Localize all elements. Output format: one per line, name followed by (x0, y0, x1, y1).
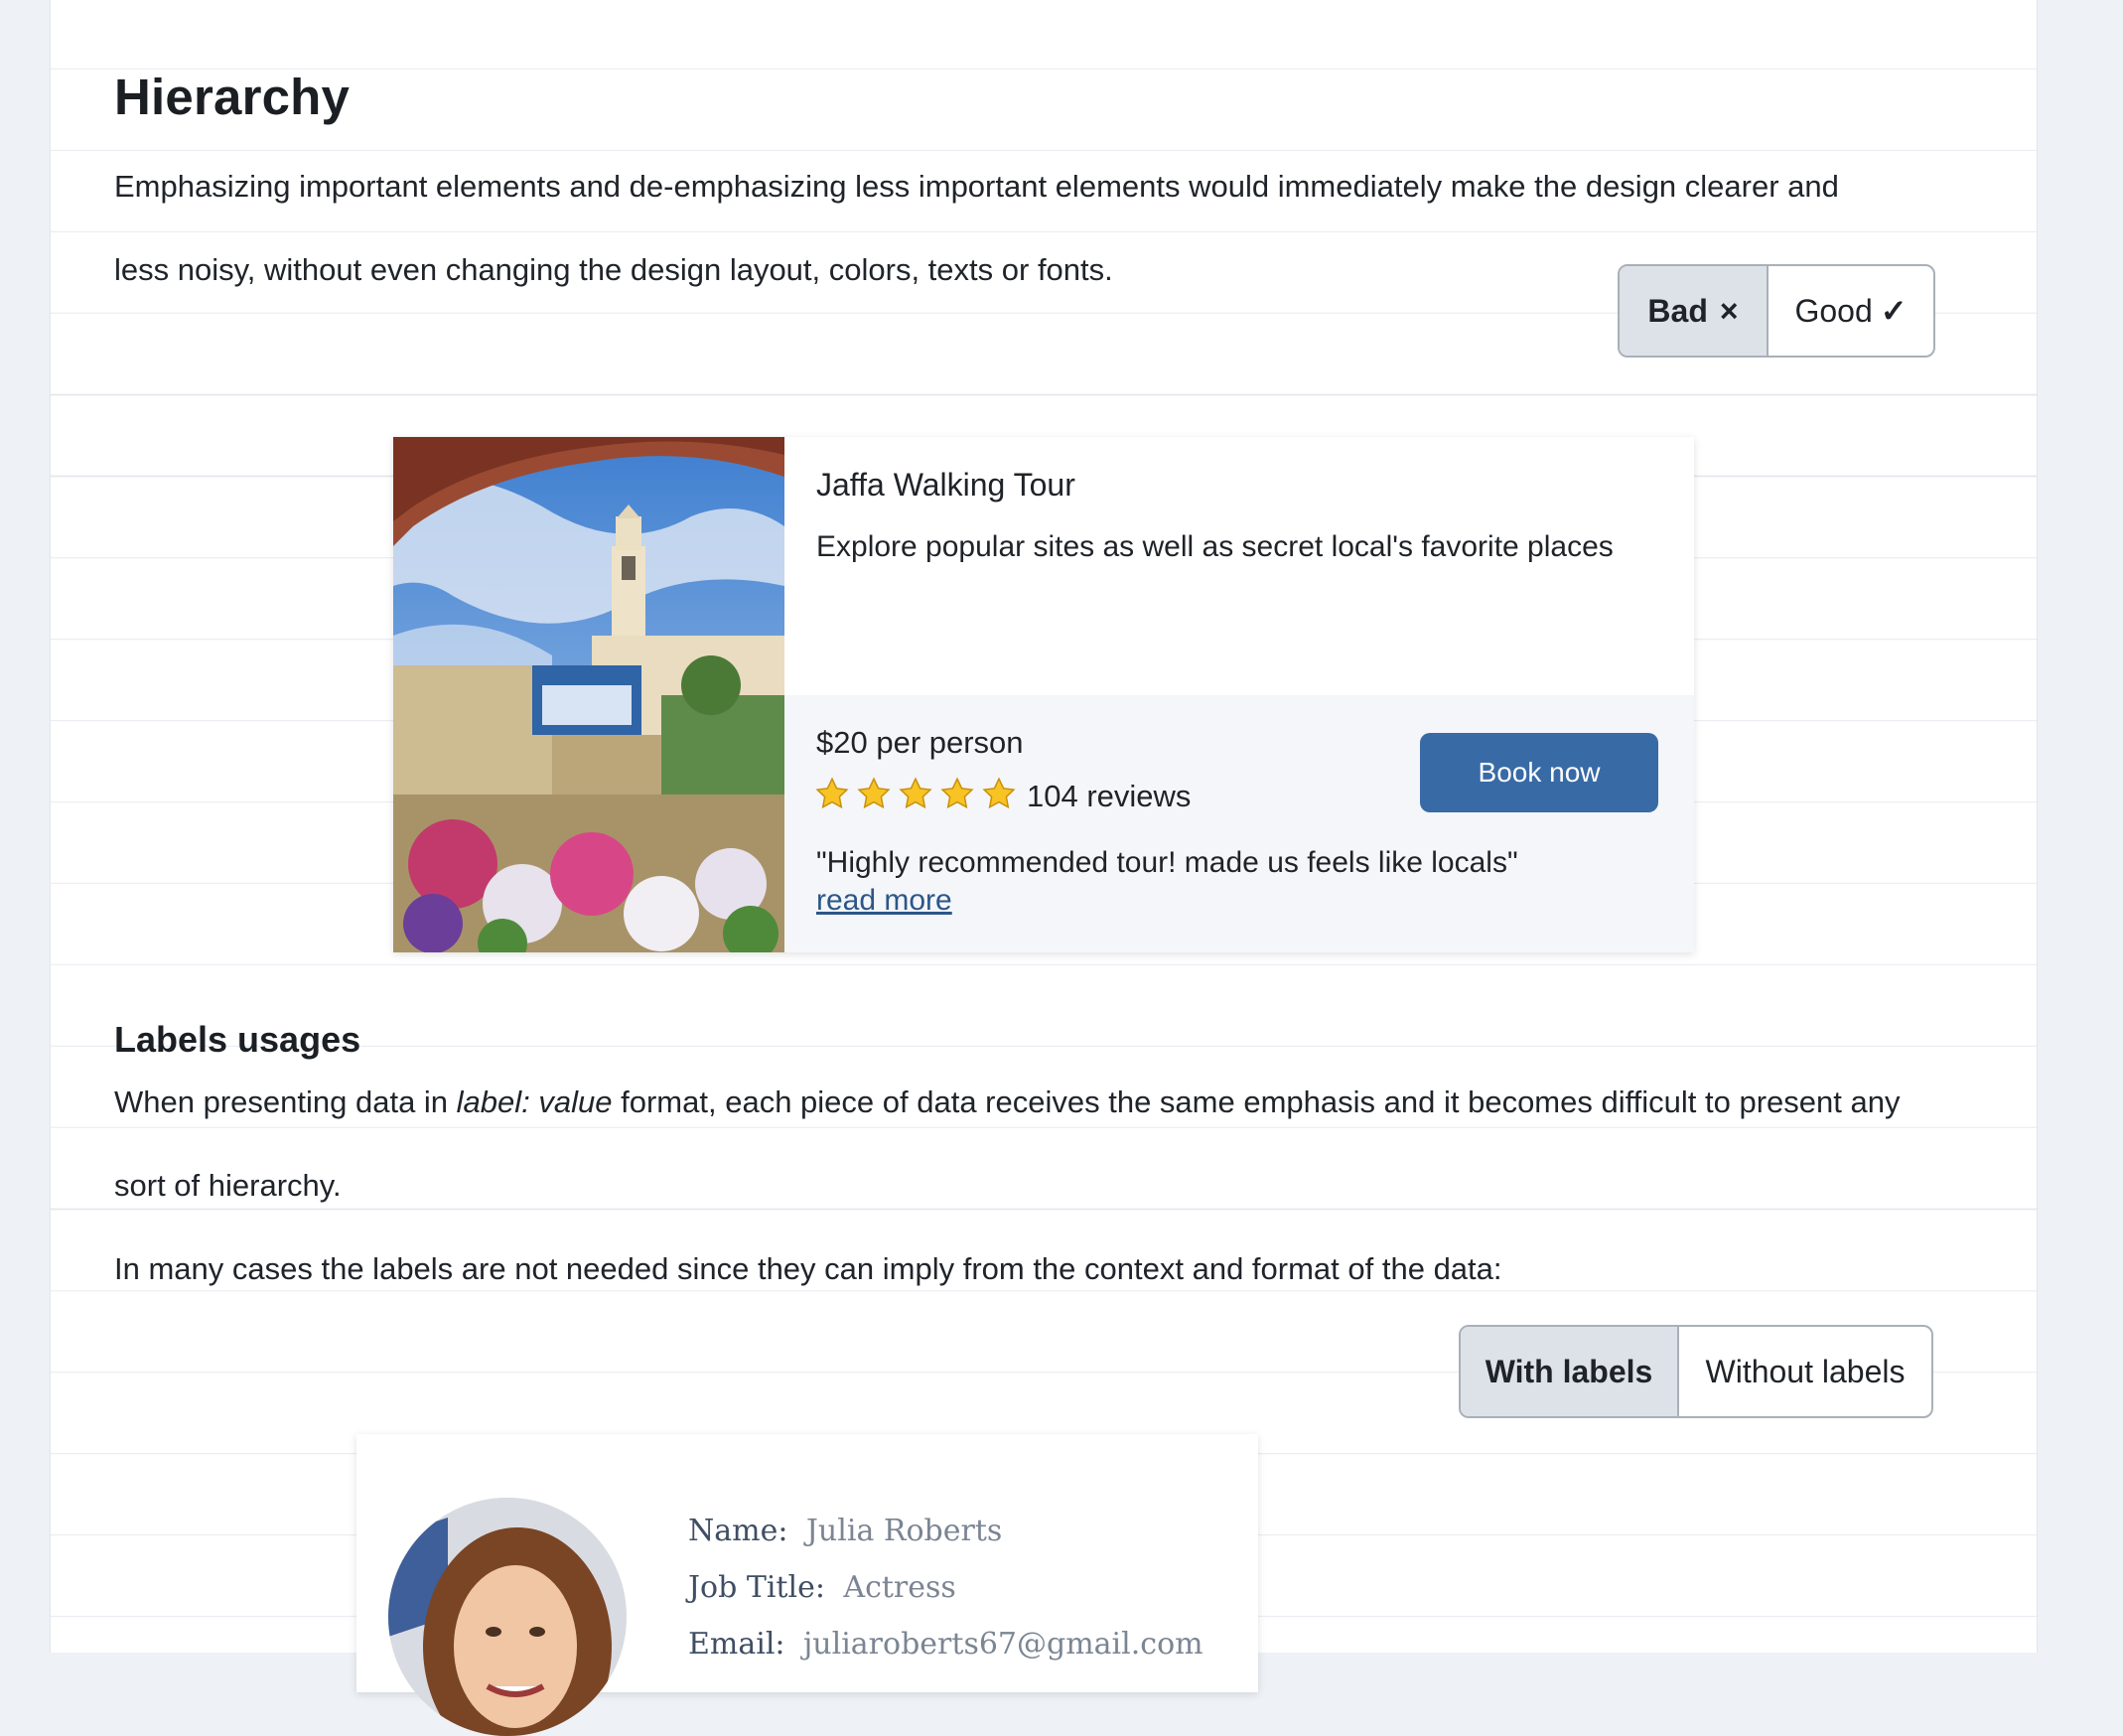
value-email: juliaroberts67@gmail.com (802, 1627, 1203, 1662)
profile-card: Name: Julia Roberts Job Title: Actress E… (356, 1434, 1258, 1736)
tour-price: $20 per person (816, 725, 1024, 760)
toggle-without-labels[interactable]: Without labels (1677, 1327, 1931, 1416)
bad-good-toggle: Bad × Good ✓ (1618, 264, 1935, 358)
star-icon (981, 777, 1017, 815)
jaffa-clocktower-photo (393, 437, 784, 952)
toggle-bad-label: Bad (1647, 292, 1708, 329)
avatar-photo (388, 1498, 627, 1736)
tour-card-body: Jaffa Walking Tour Explore popular sites… (784, 437, 1694, 952)
review-count: 104 reviews (1027, 778, 1192, 813)
labels-paragraph-line2: sort of hierarchy. (114, 1168, 342, 1203)
hierarchy-paragraph-line1: Emphasizing important elements and de-em… (114, 169, 1839, 204)
toggle-bad[interactable]: Bad × (1620, 266, 1767, 356)
profile-row-email: Email: juliaroberts67@gmail.com (688, 1619, 1203, 1675)
labels-paragraph-italic: label: value (456, 1085, 613, 1119)
value-name: Julia Roberts (805, 1514, 1003, 1548)
tour-title: Jaffa Walking Tour (816, 467, 1075, 503)
star-icon (856, 777, 892, 815)
profile-row-job-title: Job Title: Actress (688, 1562, 1203, 1619)
value-job-title: Actress (843, 1570, 956, 1605)
section-title-labels: Labels usages (114, 1019, 361, 1060)
toggle-good[interactable]: Good ✓ (1767, 266, 1933, 356)
tour-card-bottom: $20 per person 104 reviews Book now "Hig… (784, 695, 1694, 952)
labels-paragraph-line1: When presenting data in label: value for… (114, 1085, 1900, 1120)
toggle-good-label: Good (1794, 292, 1873, 329)
tour-description: Explore popular sites as well as secret … (816, 530, 1614, 563)
book-now-button[interactable]: Book now (1420, 733, 1658, 812)
label-email: Email: (688, 1627, 785, 1662)
read-more-link[interactable]: read more (816, 884, 952, 917)
labels-paragraph-2: In many cases the labels are not needed … (114, 1251, 1502, 1286)
star-icon (898, 777, 933, 815)
hierarchy-paragraph-line2: less noisy, without even changing the de… (114, 252, 1113, 287)
review-quote: "Highly recommended tour! made us feels … (816, 844, 1531, 920)
rating-row: 104 reviews (814, 777, 1191, 815)
profile-details: Name: Julia Roberts Job Title: Actress E… (688, 1506, 1203, 1675)
section-title-hierarchy: Hierarchy (114, 69, 351, 125)
review-quote-text: "Highly recommended tour! made us feels … (816, 846, 1518, 879)
profile-row-name: Name: Julia Roberts (688, 1506, 1203, 1562)
content-page: Hierarchy Emphasizing important elements… (50, 0, 2038, 1736)
tour-image (393, 437, 784, 952)
label-job-title: Job Title: (688, 1570, 825, 1605)
label-name: Name: (688, 1514, 788, 1548)
labels-toggle: With labels Without labels (1459, 1325, 1933, 1418)
labels-paragraph-before: When presenting data in (114, 1085, 457, 1119)
labels-paragraph-after: format, each piece of data receives the … (612, 1085, 1901, 1119)
close-icon: × (1719, 292, 1739, 329)
star-icon (939, 777, 975, 815)
star-icon (814, 777, 850, 815)
avatar (388, 1498, 627, 1736)
tour-card-top: Jaffa Walking Tour Explore popular sites… (784, 437, 1694, 695)
toggle-with-labels[interactable]: With labels (1461, 1327, 1677, 1416)
checkmark-icon: ✓ (1880, 293, 1908, 329)
tour-card: Jaffa Walking Tour Explore popular sites… (393, 437, 1694, 952)
